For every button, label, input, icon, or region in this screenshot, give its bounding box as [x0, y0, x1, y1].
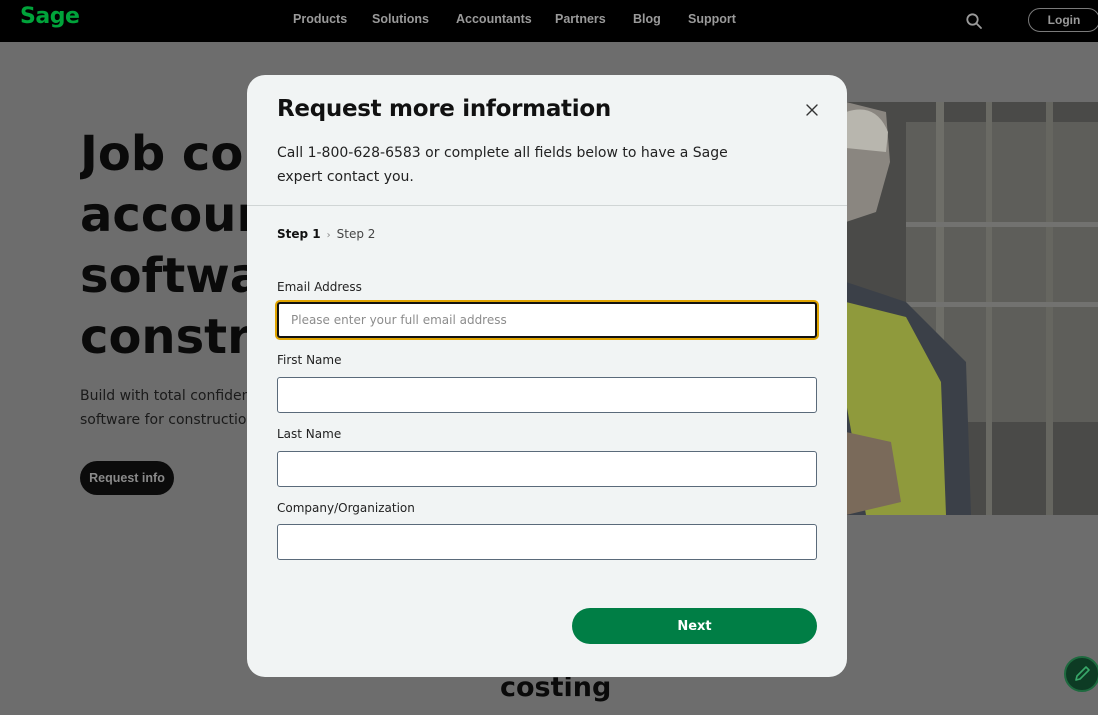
step-current: Step 1 — [277, 227, 321, 241]
nav-item-accountants[interactable]: Accountants — [456, 12, 532, 26]
nav-item-partners[interactable]: Partners — [555, 12, 606, 26]
top-navigation: Sage Products Solutions Accountants Part… — [0, 0, 1098, 42]
chevron-right-icon: › — [326, 230, 331, 241]
nav-item-solutions[interactable]: Solutions — [372, 12, 429, 26]
request-info-modal: Request more information Call 1-800-628-… — [247, 75, 847, 677]
divider — [247, 205, 847, 206]
search-icon[interactable] — [965, 12, 983, 30]
nav-item-blog[interactable]: Blog — [633, 12, 661, 26]
sage-logo[interactable]: Sage — [20, 4, 80, 29]
step-indicator: Step 1 › Step 2 — [277, 227, 375, 241]
modal-title: Request more information — [277, 96, 611, 122]
company-field[interactable] — [277, 524, 817, 560]
hero-description: Build with total confiden software for c… — [80, 384, 250, 432]
email-label: Email Address — [277, 280, 362, 294]
close-icon[interactable] — [803, 101, 821, 119]
email-field[interactable] — [277, 302, 817, 338]
feedback-button[interactable] — [1064, 656, 1098, 692]
construction-worker-image — [846, 102, 1098, 515]
first-name-label: First Name — [277, 353, 342, 367]
pencil-icon — [1075, 666, 1090, 681]
first-name-field[interactable] — [277, 377, 817, 413]
last-name-field[interactable] — [277, 451, 817, 487]
nav-item-support[interactable]: Support — [688, 12, 736, 26]
modal-description: Call 1-800-628-6583 or complete all fiel… — [277, 145, 728, 185]
nav-item-products[interactable]: Products — [293, 12, 347, 26]
company-label: Company/Organization — [277, 501, 415, 515]
next-button[interactable]: Next — [572, 608, 817, 644]
hero-description-line: Build with total confiden — [80, 388, 250, 404]
last-name-label: Last Name — [277, 427, 342, 441]
login-button[interactable]: Login — [1028, 8, 1098, 32]
request-info-button[interactable]: Request info — [80, 461, 174, 495]
step-next: Step 2 — [336, 227, 376, 241]
hero-description-line: software for construction — [80, 412, 250, 428]
